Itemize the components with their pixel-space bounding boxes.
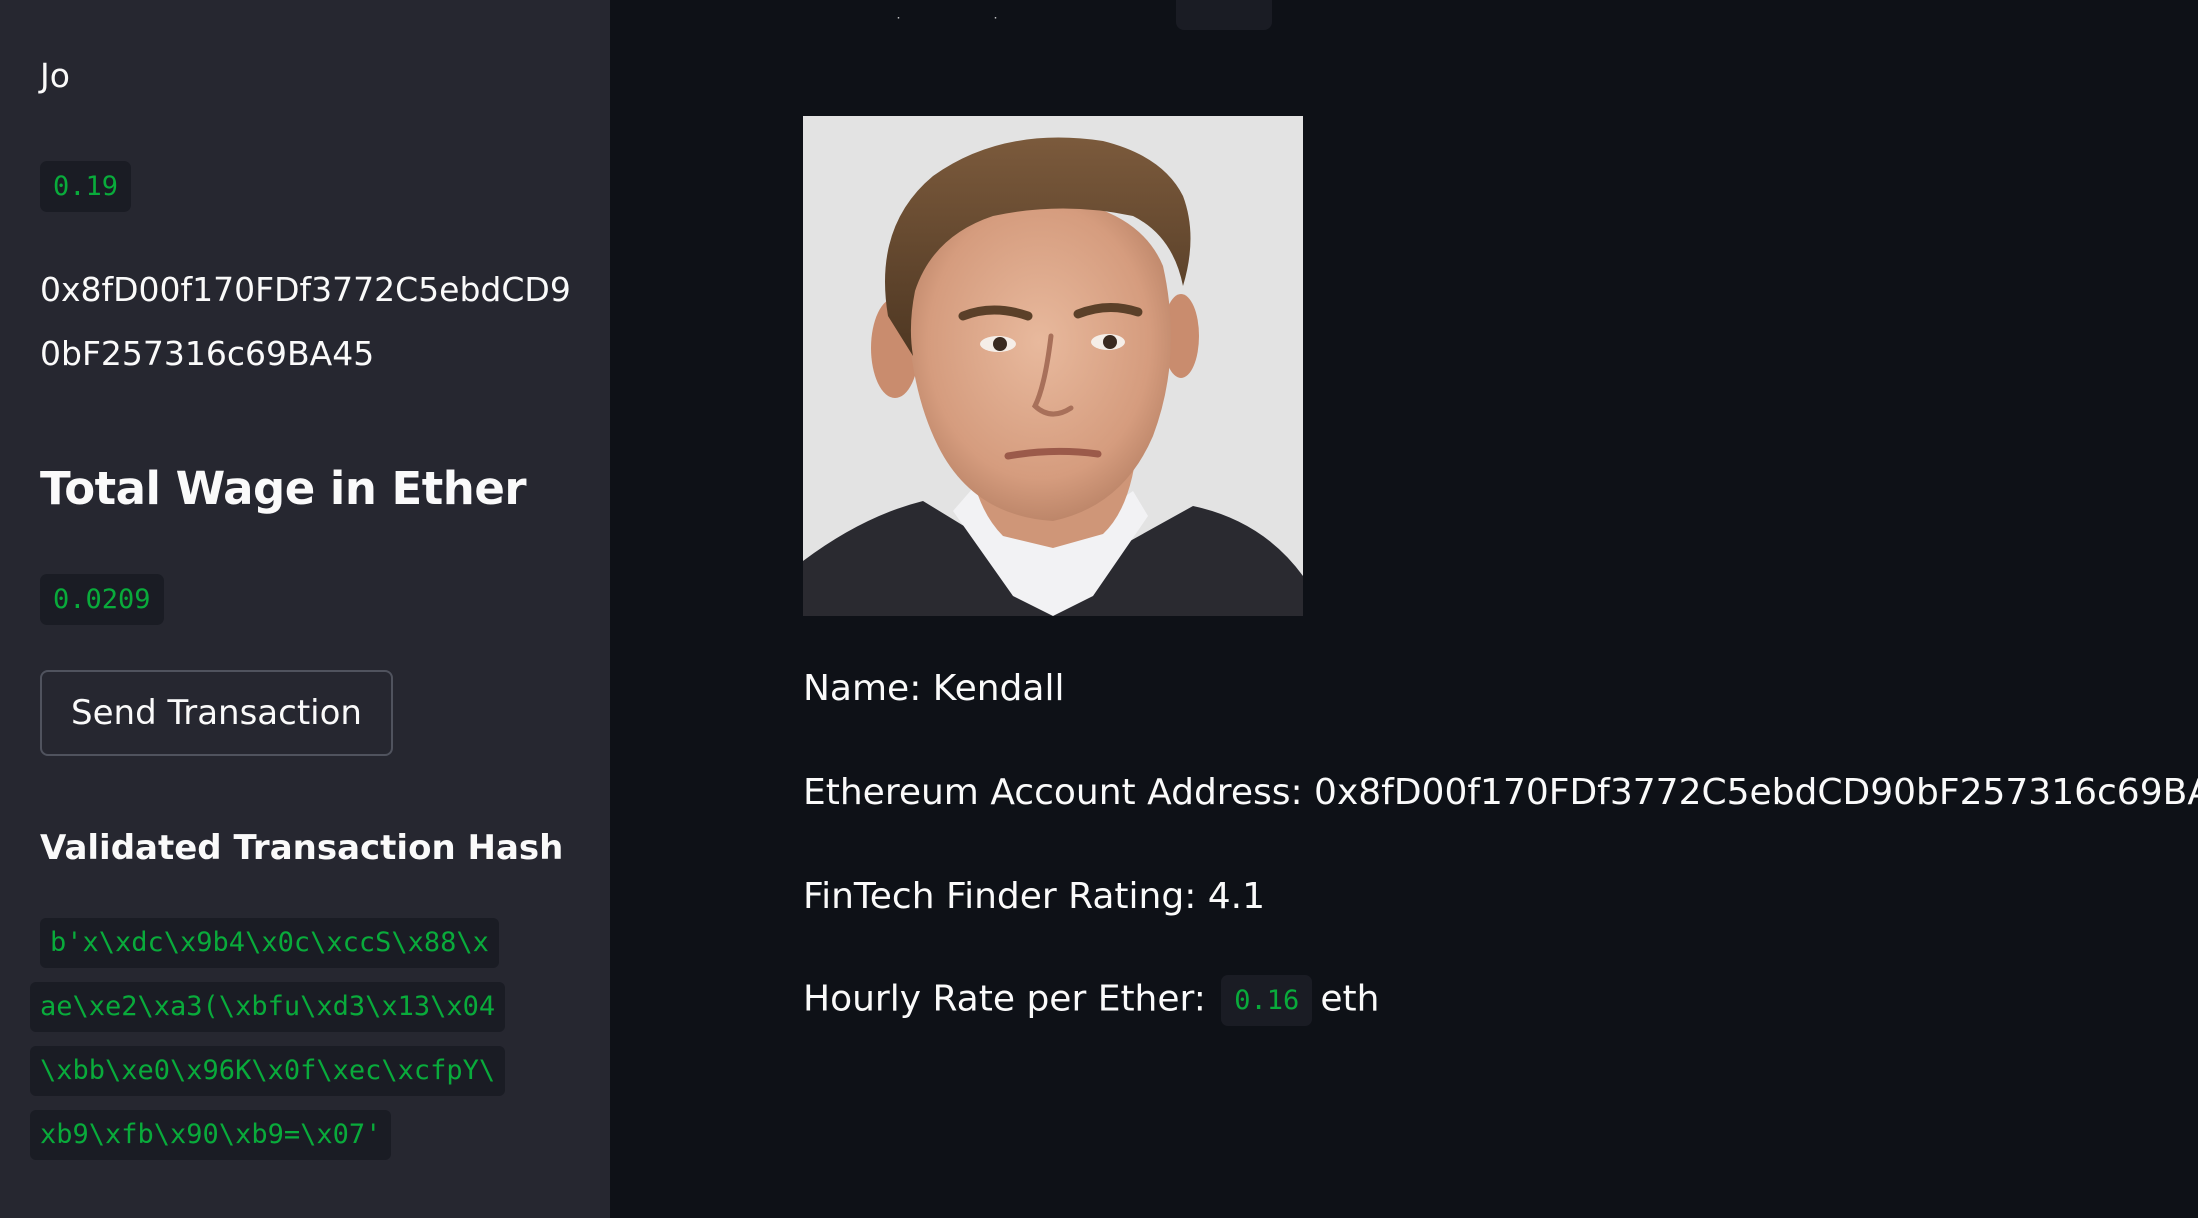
total-wage-code: 0.0209 xyxy=(40,574,164,625)
transaction-hash-line: \xbb\xe0\x96K\x0f\xec\xcfpY\ xyxy=(30,1046,506,1096)
candidate-address: 0x8fD00f170FDf3772C5ebdCD90bF257316c69BA… xyxy=(40,270,571,373)
hourly-rate-line: Hourly Rate per Ether: 0.16 eth xyxy=(803,975,1379,1026)
hourly-rate-unit: eth xyxy=(1320,978,1380,1020)
previous-rate-code xyxy=(1176,0,1272,30)
app-window: Jo 0.19 0x8fD00f170FDf3772C5ebdCD90bF257… xyxy=(0,0,2198,1218)
clipped-text-fragment: ˙˙ xyxy=(895,16,1089,32)
candidate-name-line: Name: Kendall xyxy=(803,668,1065,709)
transaction-hash-line: ae\xe2\xa3(\xbfu\xd3\x13\x04 xyxy=(30,982,506,1032)
candidate-rating-line: FinTech Finder Rating: 4.1 xyxy=(803,876,1266,917)
sidebar: Jo 0.19 0x8fD00f170FDf3772C5ebdCD90bF257… xyxy=(0,0,610,1218)
transaction-hash-heading: Validated Transaction Hash xyxy=(40,828,564,868)
transaction-hash-line: xb9\xfb\x90\xb9=\x07' xyxy=(30,1110,392,1160)
total-wage-heading: Total Wage in Ether xyxy=(40,462,527,515)
candidate-name: Jo xyxy=(40,56,70,95)
send-transaction-button[interactable]: Send Transaction xyxy=(40,670,393,756)
hourly-rate-code: 0.19 xyxy=(40,161,132,212)
portrait-image xyxy=(803,116,1303,616)
candidate-address-line: Ethereum Account Address: 0x8fD00f170FDf… xyxy=(803,772,2198,813)
main-content: ˙˙ Name: Kendall Ethereum Account Addres… xyxy=(610,0,2198,1218)
hourly-rate-label: Hourly Rate per Ether: xyxy=(803,978,1206,1020)
candidate-portrait xyxy=(803,116,1303,616)
transaction-hash-line: b'x\xdc\x9b4\x0c\xccS\x88\x xyxy=(40,918,499,968)
hourly-rate-value: 0.16 xyxy=(1221,975,1313,1026)
